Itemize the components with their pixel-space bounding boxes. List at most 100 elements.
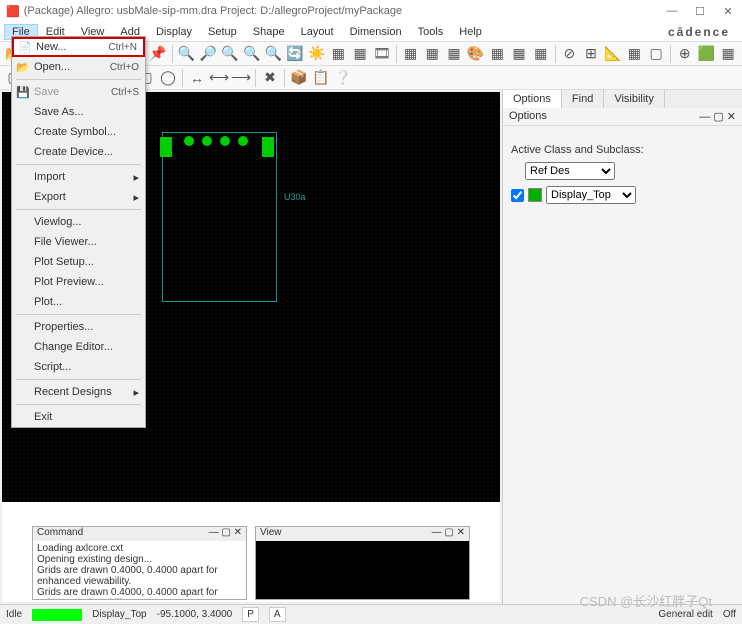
- file-menu-item[interactable]: Recent Designs▸: [12, 382, 145, 402]
- menu-layout[interactable]: Layout: [293, 24, 342, 40]
- pin-icon[interactable]: 📌: [148, 44, 168, 64]
- view-controls[interactable]: — ▢ ✕: [432, 527, 465, 541]
- file-menu-item[interactable]: Save As...: [12, 102, 145, 122]
- pad: [238, 136, 248, 146]
- minimize-button[interactable]: —: [664, 5, 680, 18]
- file-menu-item[interactable]: Exit: [12, 407, 145, 427]
- end1-icon[interactable]: ⊕: [675, 44, 695, 64]
- class-select[interactable]: Ref Des: [525, 162, 615, 180]
- r2-drc-icon[interactable]: ✖: [260, 68, 280, 88]
- cfg4-icon[interactable]: ▦: [625, 44, 645, 64]
- status-p[interactable]: P: [242, 607, 259, 622]
- cfg5-icon[interactable]: ▢: [646, 44, 666, 64]
- file-menu-item[interactable]: Plot...: [12, 292, 145, 312]
- zoom-fit-icon[interactable]: 🔍: [220, 44, 240, 64]
- end3-icon[interactable]: ▦: [718, 44, 738, 64]
- grid2-icon[interactable]: ▦: [350, 44, 370, 64]
- file-menu-item[interactable]: Import▸: [12, 167, 145, 187]
- layers5-icon[interactable]: ▦: [487, 44, 507, 64]
- cfg3-icon[interactable]: 📐: [603, 44, 623, 64]
- subclass-checkbox[interactable]: [511, 189, 524, 202]
- file-menu-item[interactable]: Create Symbol...: [12, 122, 145, 142]
- pad: [160, 137, 172, 157]
- status-mode: General edit: [658, 609, 712, 620]
- r2-dim1-icon[interactable]: ↔: [187, 68, 207, 88]
- status-bar: Idle Display_Top -95.1000, 3.4000 P A Ge…: [0, 604, 742, 624]
- close-button[interactable]: ✕: [720, 5, 736, 18]
- refresh-icon[interactable]: 🔄: [285, 44, 305, 64]
- zoom-window-icon[interactable]: 🔍: [242, 44, 262, 64]
- menu-display[interactable]: Display: [148, 24, 200, 40]
- menu-dimension[interactable]: Dimension: [342, 24, 410, 40]
- layers3-icon[interactable]: ▦: [444, 44, 464, 64]
- tab-find[interactable]: Find: [562, 90, 604, 108]
- r2-ext1-icon[interactable]: 📦: [289, 68, 309, 88]
- command-window[interactable]: Command— ▢ ✕ Loading axlcore.cxt Opening…: [32, 526, 247, 600]
- zoom-out-icon[interactable]: 🔎: [198, 44, 218, 64]
- zoom-in-icon[interactable]: 🔍: [177, 44, 197, 64]
- file-menu-item[interactable]: Script...: [12, 357, 145, 377]
- r2-help-icon[interactable]: ❔: [333, 68, 353, 88]
- layers1-icon[interactable]: ▦: [401, 44, 421, 64]
- view-title: View: [260, 527, 432, 541]
- cmd-line: Grids are drawn 0.4000, 0.4000 apart for…: [37, 565, 242, 587]
- menu-setup[interactable]: Setup: [200, 24, 245, 40]
- view-window[interactable]: View— ▢ ✕: [255, 526, 470, 600]
- color-swatch[interactable]: [528, 188, 542, 202]
- layers6-icon[interactable]: ▦: [509, 44, 529, 64]
- layers2-icon[interactable]: ▦: [422, 44, 442, 64]
- menu-help[interactable]: Help: [451, 24, 490, 40]
- file-menu-item[interactable]: Viewlog...: [12, 212, 145, 232]
- r2-dim2-icon[interactable]: ⟷: [209, 68, 229, 88]
- subclass-select[interactable]: Display_Top: [546, 186, 636, 204]
- menu-tools[interactable]: Tools: [410, 24, 452, 40]
- menu-shape[interactable]: Shape: [245, 24, 293, 40]
- package-outline: [162, 132, 277, 302]
- r2-dim3-icon[interactable]: ⟶: [231, 68, 251, 88]
- file-menu-item[interactable]: Create Device...: [12, 142, 145, 162]
- cfg1-icon[interactable]: ⊘: [560, 44, 580, 64]
- cfg2-icon[interactable]: ⊞: [581, 44, 601, 64]
- status-layer: Display_Top: [92, 609, 146, 620]
- r2-8-icon[interactable]: ◯: [158, 68, 178, 88]
- panel-ctrls[interactable]: — ▢ ✕: [699, 110, 736, 123]
- end2-icon[interactable]: 🟩: [697, 44, 717, 64]
- file-menu-item[interactable]: Plot Preview...: [12, 272, 145, 292]
- maximize-button[interactable]: ☐: [692, 5, 708, 18]
- brand-logo: cādence: [668, 25, 730, 39]
- layers4-icon[interactable]: 🎨: [466, 44, 486, 64]
- status-progress: [32, 609, 82, 621]
- file-menu-item[interactable]: File Viewer...: [12, 232, 145, 252]
- cmd-line: Opening existing design...: [37, 554, 242, 565]
- pad: [202, 136, 212, 146]
- sun-icon[interactable]: ☀️: [307, 44, 327, 64]
- file-menu-item[interactable]: 💾SaveCtrl+S: [12, 82, 145, 102]
- cmd-line: Grids are drawn 0.4000, 0.4000 apart for…: [37, 587, 242, 599]
- zoom-prev-icon[interactable]: 🔍: [264, 44, 284, 64]
- film-icon[interactable]: 🎞: [372, 44, 392, 64]
- cmd-line: Loading axlcore.cxt: [37, 543, 242, 554]
- app-icon: 🟥: [6, 5, 20, 18]
- pad: [220, 136, 230, 146]
- file-menu-item[interactable]: 📄New...Ctrl+N: [12, 37, 145, 57]
- file-menu-item[interactable]: Export▸: [12, 187, 145, 207]
- grid1-icon[interactable]: ▦: [329, 44, 349, 64]
- file-menu-dropdown[interactable]: 📄New...Ctrl+N📂Open...Ctrl+O 💾SaveCtrl+SSa…: [11, 36, 146, 428]
- status-idle: Idle: [6, 609, 22, 620]
- r2-ext2-icon[interactable]: 📋: [311, 68, 331, 88]
- file-menu-item[interactable]: Change Editor...: [12, 337, 145, 357]
- active-class-label: Active Class and Subclass:: [511, 144, 734, 156]
- status-off: Off: [723, 609, 736, 620]
- refdes-label: U30a: [284, 192, 306, 202]
- right-panel: Options Find Visibility Options— ▢ ✕ Act…: [502, 90, 742, 604]
- status-a[interactable]: A: [269, 607, 286, 622]
- file-menu-item[interactable]: 📂Open...Ctrl+O: [12, 57, 145, 77]
- tab-options[interactable]: Options: [503, 90, 562, 108]
- file-menu-item[interactable]: Properties...: [12, 317, 145, 337]
- cmd-controls[interactable]: — ▢ ✕: [209, 527, 242, 541]
- layers7-icon[interactable]: ▦: [531, 44, 551, 64]
- tab-visibility[interactable]: Visibility: [604, 90, 665, 108]
- file-menu-item[interactable]: Plot Setup...: [12, 252, 145, 272]
- window-buttons: — ☐ ✕: [664, 5, 736, 18]
- window-title: (Package) Allegro: usbMale-sip-mm.dra Pr…: [24, 5, 402, 17]
